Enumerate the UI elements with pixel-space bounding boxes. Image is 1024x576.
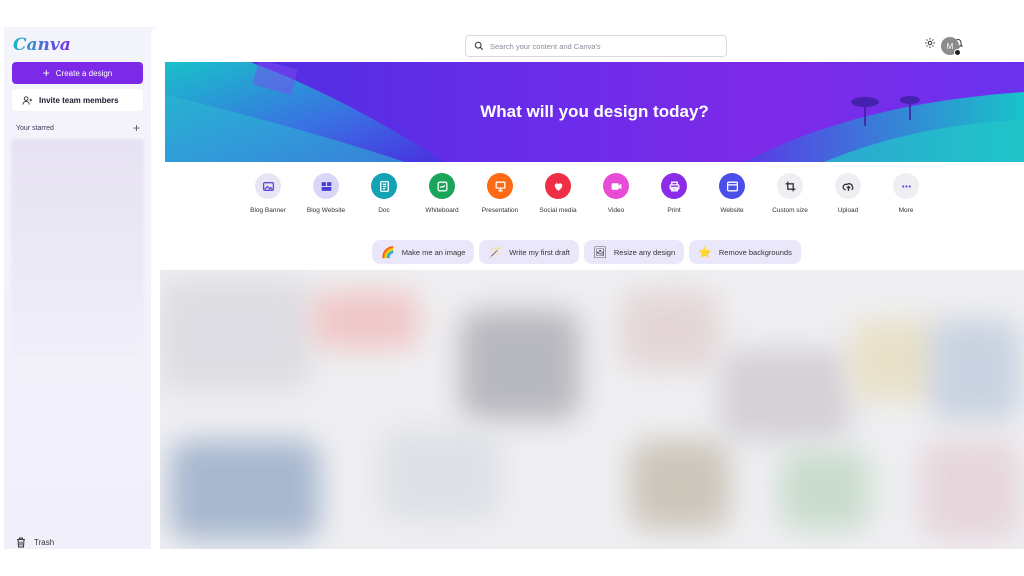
hero-banner: What will you design today?: [165, 62, 1024, 162]
trash-item[interactable]: Trash: [16, 537, 54, 548]
main-content: Search your content and Canva's M What w…: [151, 27, 1024, 549]
chip-label: Write my first draft: [509, 247, 570, 257]
design-type-print[interactable]: Print: [645, 173, 703, 214]
chip-label: Make me an image: [401, 247, 466, 257]
design-type-label: Blog Website: [306, 207, 346, 214]
gear-icon[interactable]: [924, 37, 936, 49]
design-type-label: Doc: [378, 207, 390, 214]
presentation-icon: [487, 173, 513, 199]
chip-make-me-an-image[interactable]: 🌈 Make me an image: [372, 240, 475, 264]
design-type-label: Social media: [539, 207, 577, 214]
design-type-label: Whiteboard: [425, 207, 459, 214]
chip-icon: ⭐: [698, 246, 712, 259]
doc-icon: [371, 173, 397, 199]
print-icon: [661, 173, 687, 199]
design-type-label: Presentation: [481, 207, 519, 214]
hero-title: What will you design today?: [480, 102, 709, 121]
design-type-more[interactable]: More: [877, 173, 935, 214]
design-type-label: Upload: [837, 207, 859, 214]
chip-icon: 🖼: [592, 246, 607, 259]
plus-icon: +: [42, 66, 50, 80]
design-type-blog-banner[interactable]: Blog Banner: [239, 173, 297, 214]
canva-logo[interactable]: Canva: [13, 35, 71, 55]
chip-label: Resize any design: [613, 247, 676, 257]
design-type-whiteboard[interactable]: Whiteboard: [413, 173, 471, 214]
design-type-custom-size[interactable]: Custom size: [761, 173, 819, 214]
starred-label: Your starred: [16, 124, 54, 132]
design-type-website[interactable]: Website: [703, 173, 761, 214]
design-type-label: More: [898, 207, 914, 214]
video-icon: [603, 173, 629, 199]
design-type-label: Blog Banner: [250, 207, 286, 214]
starred-header: Your starred +: [16, 122, 140, 134]
website-grid-icon: [313, 173, 339, 199]
add-user-icon: [22, 95, 33, 105]
crop-icon: [777, 173, 803, 199]
trash-icon: [17, 537, 25, 548]
chip-icon: 🪄: [488, 246, 503, 259]
more-icon: [893, 173, 919, 199]
design-type-social-media[interactable]: Social media: [529, 173, 587, 214]
avatar[interactable]: M: [941, 37, 961, 56]
search-placeholder: Search your content and Canva's: [490, 41, 601, 51]
avatar-initial: M: [946, 41, 954, 51]
design-type-doc[interactable]: Doc: [355, 173, 413, 214]
magic-chips: 🌈 Make me an image 🪄 Write my first draft 🖼 R…: [372, 240, 801, 264]
design-type-upload[interactable]: Upload: [819, 173, 877, 214]
add-starred-icon[interactable]: +: [133, 122, 140, 134]
create-design-label: Create a design: [55, 68, 113, 78]
heart-icon: [545, 173, 571, 199]
whiteboard-icon: [429, 173, 455, 199]
search-icon: [474, 41, 484, 51]
design-type-label: Custom size: [772, 207, 808, 214]
design-type-blog-website[interactable]: Blog Website: [297, 173, 355, 214]
chip-write-my-first-draft[interactable]: 🪄 Write my first draft: [479, 240, 579, 264]
sidebar: Canva + Create a design Invite team memb…: [4, 27, 151, 549]
cloud-upload-icon: [835, 173, 861, 199]
design-type-presentation[interactable]: Presentation: [471, 173, 529, 214]
design-type-label: Website: [720, 207, 744, 214]
screenshot-frame: Canva + Create a design Invite team memb…: [0, 0, 1024, 576]
design-type-row: Blog Banner Blog Website Doc Whiteboard Pres…: [239, 173, 935, 214]
website-icon: [719, 173, 745, 199]
invite-team-button[interactable]: Invite team members: [12, 89, 143, 111]
chip-resize-any-design[interactable]: 🖼 Resize any design: [583, 240, 685, 264]
create-design-button[interactable]: + Create a design: [12, 62, 143, 84]
trash-label: Trash: [34, 538, 55, 547]
chip-label: Remove backgrounds: [718, 247, 792, 257]
design-type-label: Video: [607, 207, 625, 214]
invite-team-label: Invite team members: [39, 95, 119, 105]
avatar-status-dot: [954, 49, 961, 56]
chip-icon: 🌈: [381, 246, 395, 259]
design-type-label: Print: [667, 207, 681, 214]
design-type-video[interactable]: Video: [587, 173, 645, 214]
search-input[interactable]: Search your content and Canva's: [465, 35, 727, 57]
chip-remove-backgrounds[interactable]: ⭐ Remove backgrounds: [689, 240, 801, 264]
image-icon: [255, 173, 281, 199]
blurred-designs-area: [160, 270, 1024, 549]
canva-app: Canva + Create a design Invite team memb…: [4, 27, 1024, 549]
starred-list-blurred: [11, 139, 144, 359]
